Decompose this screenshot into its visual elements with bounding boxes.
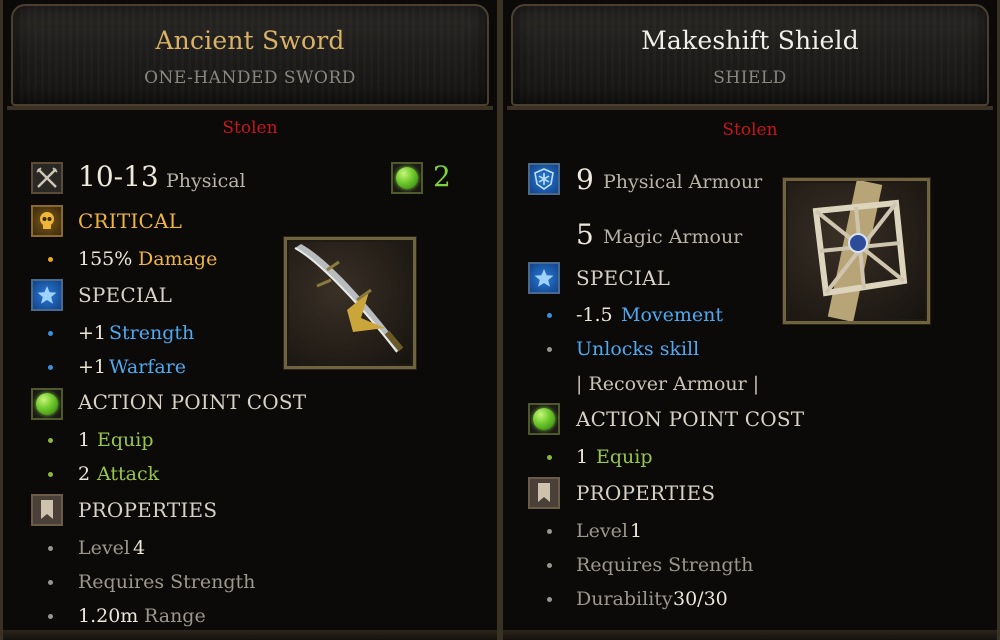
sword-item-image bbox=[284, 237, 416, 369]
tooltip-header: Ancient Sword ONE-HANDED SWORD bbox=[7, 4, 493, 110]
star-icon bbox=[528, 262, 560, 294]
bullet bbox=[48, 546, 53, 551]
item-type: ONE-HANDED SWORD bbox=[144, 68, 356, 88]
property-value: 30/30 bbox=[673, 588, 728, 610]
property-value: 4 bbox=[133, 537, 146, 559]
bullet bbox=[48, 580, 53, 585]
tooltip-makeshift-shield: Makeshift Shield SHIELD Stolen 9 Physica… bbox=[500, 0, 1000, 640]
stolen-label: Stolen bbox=[222, 118, 278, 138]
magic-armour-label: Magic Armour bbox=[603, 226, 743, 248]
critical-label: Damage bbox=[138, 248, 218, 270]
skill-name: | Recover Armour | bbox=[576, 373, 760, 395]
bullet bbox=[48, 472, 53, 477]
green-orb-icon bbox=[528, 403, 560, 435]
special-value: +1 bbox=[78, 322, 107, 344]
snowflake-shield-icon bbox=[528, 163, 560, 195]
special-label: Strength bbox=[109, 322, 195, 344]
ap-value: 1 bbox=[576, 446, 589, 468]
property-label: Level bbox=[576, 520, 628, 542]
property-label: Level bbox=[78, 537, 130, 559]
critical-value: 155% bbox=[78, 248, 133, 270]
ap-value: 2 bbox=[78, 463, 91, 485]
star-icon bbox=[31, 279, 63, 311]
special-header: SPECIAL bbox=[576, 266, 671, 290]
bullet bbox=[547, 563, 552, 568]
property-value: 1.20m bbox=[78, 605, 139, 627]
ap-label: Attack bbox=[97, 463, 160, 485]
ap-value: 1 bbox=[78, 429, 91, 451]
tooltip-header: Makeshift Shield SHIELD bbox=[507, 4, 993, 110]
ap-label: Equip bbox=[97, 429, 154, 451]
item-title: Makeshift Shield bbox=[641, 26, 859, 55]
critical-header: CRITICAL bbox=[78, 209, 183, 233]
shield-item-image bbox=[783, 178, 930, 324]
damage-type: Physical bbox=[166, 170, 246, 192]
bullet bbox=[48, 257, 53, 262]
movement-label: Movement bbox=[621, 304, 724, 326]
bullet bbox=[48, 331, 53, 336]
bullet bbox=[547, 597, 552, 602]
item-type: SHIELD bbox=[713, 68, 787, 88]
property-label: Range bbox=[144, 605, 206, 627]
bookmark-icon bbox=[528, 477, 560, 509]
special-label: Warfare bbox=[109, 356, 186, 378]
special-value: +1 bbox=[78, 356, 107, 378]
properties-header: PROPERTIES bbox=[78, 498, 218, 522]
bullet bbox=[547, 455, 552, 460]
property-label: Requires Strength bbox=[78, 571, 256, 593]
property-value: 1 bbox=[630, 520, 643, 542]
property-label: Durability bbox=[576, 588, 673, 610]
bullet bbox=[547, 313, 552, 318]
properties-header: PROPERTIES bbox=[576, 481, 716, 505]
ap-label: Equip bbox=[596, 446, 653, 468]
magic-armour-value: 5 bbox=[576, 218, 594, 251]
bullet bbox=[48, 438, 53, 443]
physical-armour-label: Physical Armour bbox=[603, 171, 763, 193]
bullet bbox=[48, 365, 53, 370]
green-orb-icon bbox=[31, 388, 63, 420]
bullet bbox=[547, 347, 552, 352]
skull-icon bbox=[31, 205, 63, 237]
bullet bbox=[48, 614, 53, 619]
special-header: SPECIAL bbox=[78, 283, 173, 307]
ap-header: ACTION POINT COST bbox=[78, 390, 307, 414]
ap-header: ACTION POINT COST bbox=[576, 407, 805, 431]
tooltip-ancient-sword: Ancient Sword ONE-HANDED SWORD Stolen 10… bbox=[0, 0, 500, 640]
damage-value: 10-13 bbox=[78, 160, 159, 193]
ap-cost-value: 2 bbox=[433, 160, 451, 193]
physical-armour-value: 9 bbox=[576, 163, 594, 196]
crossed-swords-icon bbox=[31, 162, 63, 194]
unlocks-skill-label: Unlocks skill bbox=[576, 338, 700, 360]
bullet bbox=[547, 529, 552, 534]
bookmark-icon bbox=[31, 494, 63, 526]
item-title: Ancient Sword bbox=[155, 26, 345, 55]
stolen-label: Stolen bbox=[722, 120, 778, 140]
green-orb-icon bbox=[391, 162, 423, 194]
property-label: Requires Strength bbox=[576, 554, 754, 576]
movement-value: -1.5 bbox=[576, 304, 613, 326]
